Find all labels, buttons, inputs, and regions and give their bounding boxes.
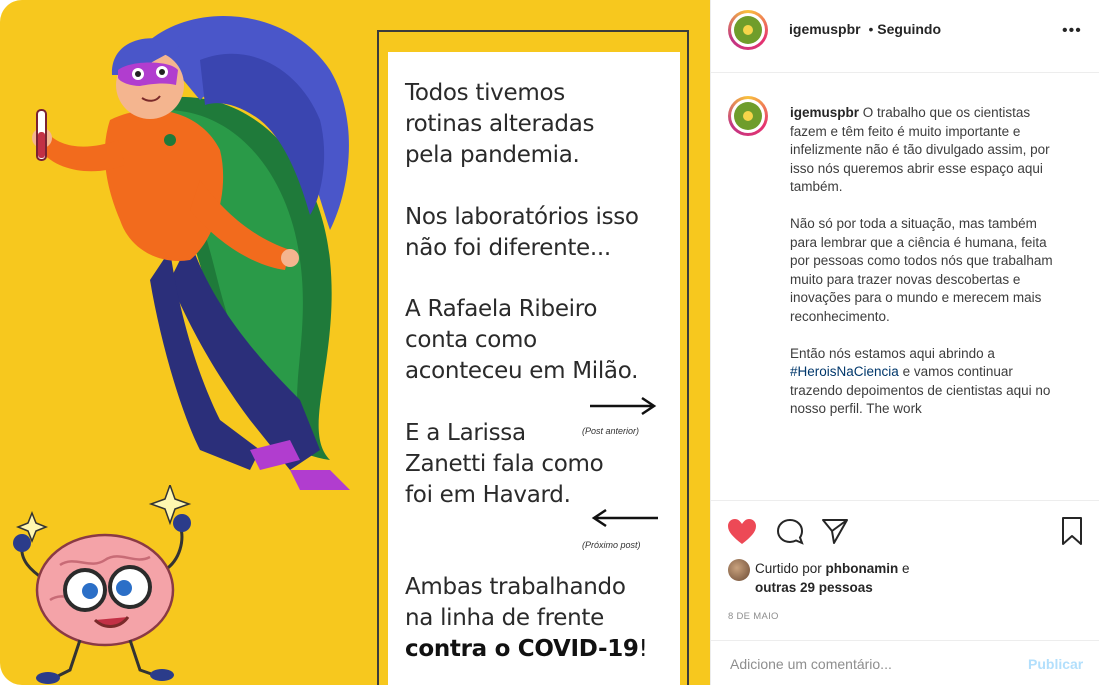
follow-status[interactable]: Seguindo <box>877 21 941 37</box>
bookmark-icon[interactable] <box>1061 516 1083 546</box>
caption-text-1: O trabalho que os cientistas fazem e têm… <box>790 105 1053 361</box>
arrow-right-icon <box>590 396 657 416</box>
likes-prefix: Curtido por <box>755 561 826 576</box>
likes-summary: Curtido por phbonamin e outras 29 pessoa… <box>755 559 910 597</box>
caption-username[interactable]: igemuspbr <box>790 105 859 120</box>
card-text-bold: contra o COVID-19! <box>405 634 648 665</box>
heart-filled-icon[interactable] <box>727 518 757 546</box>
card-text-5: Ambas trabalhando na linha de frente <box>405 574 626 631</box>
arrow-left-label: (Próximo post) <box>582 540 641 550</box>
instagram-post-modal: Todos tivemos rotinas alteradas pela pan… <box>0 0 1099 685</box>
card-text-1: Todos tivemos rotinas alteradas pela pan… <box>405 80 595 168</box>
liker-avatar[interactable] <box>728 559 750 581</box>
post-date[interactable]: 8 DE MAIO <box>728 611 779 622</box>
likes-middle: e <box>898 561 910 576</box>
brain-mascot-illustration <box>13 485 192 684</box>
card-text-3: A Rafaela Ribeiro conta como aconteceu e… <box>405 296 639 384</box>
caption-avatar[interactable] <box>728 96 768 136</box>
comment-bar: Publicar <box>711 640 1099 685</box>
post-header: igemuspbr • Seguindo ••• <box>711 0 1099 73</box>
likes-others[interactable]: outras 29 pessoas <box>755 580 873 595</box>
caption-hashtag[interactable]: #HeroisNaCiencia <box>790 364 899 379</box>
publish-button[interactable]: Publicar <box>1028 656 1083 672</box>
send-icon[interactable] <box>821 517 849 545</box>
caption: igemuspbr O trabalho que os cientistas f… <box>790 104 1060 419</box>
bold-line: contra o COVID-19 <box>405 636 639 662</box>
header-user-row: igemuspbr • Seguindo <box>789 21 941 37</box>
arrow-left-icon <box>591 508 658 528</box>
card-text-4: E a Larissa Zanetti fala como foi em Hav… <box>405 420 604 508</box>
bold-suffix: ! <box>638 636 648 662</box>
header-separator: • <box>868 21 874 37</box>
caption-fade <box>711 470 1099 500</box>
post-image: Todos tivemos rotinas alteradas pela pan… <box>0 0 710 685</box>
arrow-right-label: (Post anterior) <box>582 426 640 436</box>
likes-user[interactable]: phbonamin <box>826 561 899 576</box>
comment-input[interactable] <box>728 655 1012 673</box>
more-horizontal-icon[interactable]: ••• <box>1062 22 1082 40</box>
comment-icon[interactable] <box>776 518 804 546</box>
post-side-panel: igemuspbr • Seguindo ••• igemuspbr O tra… <box>710 0 1099 685</box>
avatar[interactable] <box>728 10 768 50</box>
card-text-2: Nos laboratórios isso não foi diferente.… <box>405 204 639 261</box>
header-username[interactable]: igemuspbr <box>789 21 861 37</box>
